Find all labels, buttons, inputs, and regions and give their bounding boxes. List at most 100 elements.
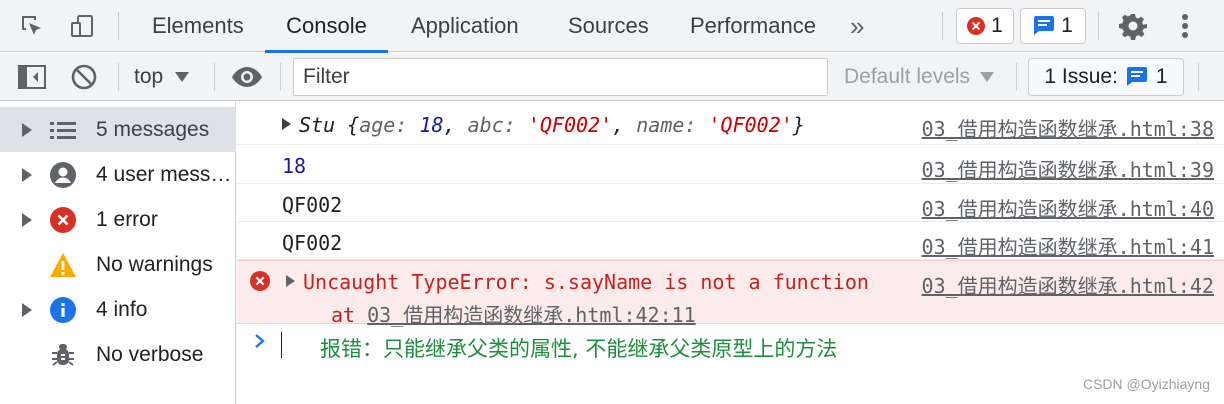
message-icon <box>1126 67 1147 86</box>
error-stack: at 03_借用构造函数继承.html:42:11 <box>331 299 696 328</box>
message-counter[interactable]: 1 <box>1020 8 1086 44</box>
object-value: 'QF002' <box>708 113 793 137</box>
source-link[interactable]: 03_借用构造函数继承.html:41 <box>922 231 1214 260</box>
console-log-row: QF002 03_借用构造函数继承.html:41 <box>237 222 1224 260</box>
chevron-down-icon <box>175 72 190 82</box>
toolbar-divider <box>280 63 281 91</box>
sidebar-item-messages[interactable]: 5 messages <box>0 107 236 152</box>
log-levels-dropdown[interactable]: Default levels <box>844 53 995 101</box>
error-count: 1 <box>991 14 1003 37</box>
toolbar-divider <box>118 12 119 40</box>
expand-arrow-icon[interactable] <box>282 118 291 130</box>
object-key: age <box>359 113 396 137</box>
watermark: CSDN @Oyizhiayng <box>1082 376 1210 392</box>
expand-arrow-icon[interactable] <box>22 212 32 227</box>
issues-label: 1 Issue: <box>1044 65 1118 88</box>
toolbar-divider <box>1198 63 1199 91</box>
warning-icon <box>49 251 77 279</box>
console-sidebar: 5 messages 4 user messages 1 error No wa… <box>0 102 236 404</box>
object-key: abc <box>467 113 504 137</box>
tab-performance[interactable]: Performance <box>690 0 816 52</box>
object-brace: { <box>347 113 360 137</box>
sidebar-item-label: No warnings <box>96 252 213 276</box>
sidebar-item-errors[interactable]: 1 error <box>0 197 236 242</box>
error-message[interactable]: Uncaught TypeError: s.sayName is not a f… <box>286 270 869 294</box>
sidebar-item-warnings[interactable]: No warnings <box>0 242 236 287</box>
bug-icon <box>49 341 77 369</box>
text-cursor <box>281 332 282 358</box>
object-key: name <box>636 113 685 137</box>
error-icon <box>250 271 270 291</box>
expand-arrow-icon[interactable] <box>22 122 32 137</box>
error-text: Uncaught TypeError: s.sayName is not a f… <box>303 270 869 294</box>
console-error-row: Uncaught TypeError: s.sayName is not a f… <box>237 260 1224 327</box>
console-log-row: 18 03_借用构造函数继承.html:39 <box>237 145 1224 184</box>
filter-input[interactable] <box>293 58 828 96</box>
toolbar-divider <box>214 63 215 91</box>
source-link[interactable]: 03_借用构造函数继承.html:38 <box>922 113 1214 142</box>
error-icon <box>967 17 986 35</box>
log-value: 18 <box>282 154 307 178</box>
gear-icon[interactable] <box>1115 0 1151 52</box>
source-link[interactable]: 03_借用构造函数继承.html:42 <box>922 270 1214 299</box>
sidebar-item-verbose[interactable]: No verbose <box>0 332 236 377</box>
source-link[interactable]: 03_借用构造函数继承.html:40 <box>922 193 1214 222</box>
tab-elements[interactable]: Elements <box>152 0 244 52</box>
console-log-row: Stu {age: 18, abc: 'QF002', name: 'QF002… <box>237 102 1224 145</box>
prompt-input-text[interactable]: 报错：只能继承父类的属性, 不能继承父类原型上的方法 <box>320 333 837 363</box>
sidebar-item-label: 1 error <box>96 207 158 231</box>
info-icon <box>49 296 77 324</box>
clear-console-icon[interactable] <box>66 53 102 101</box>
stack-link[interactable]: 03_借用构造函数继承.html:42:11 <box>367 303 696 327</box>
chevron-down-icon <box>980 72 995 82</box>
kebab-menu-icon[interactable] <box>1170 0 1200 52</box>
chevron-right-icon <box>255 334 265 348</box>
user-icon <box>49 161 77 189</box>
error-counter[interactable]: 1 <box>956 8 1014 44</box>
object-value: 18 <box>419 113 444 137</box>
console-messages: Stu {age: 18, abc: 'QF002', name: 'QF002… <box>237 102 1224 404</box>
tab-application[interactable]: Application <box>411 0 519 52</box>
object-brace: } <box>792 113 805 137</box>
more-tabs-icon[interactable]: » <box>850 0 864 52</box>
log-value: QF002 <box>282 231 343 255</box>
device-toolbar-icon[interactable] <box>64 0 100 52</box>
console-log-row: QF002 03_借用构造函数继承.html:40 <box>237 184 1224 222</box>
log-levels-label: Default levels <box>844 65 971 88</box>
object-class: Stu <box>299 113 336 137</box>
error-icon <box>49 206 77 234</box>
expand-arrow-icon[interactable] <box>286 275 295 287</box>
message-count: 1 <box>1061 14 1073 37</box>
sidebar-item-label: No verbose <box>96 342 204 366</box>
stack-at: at <box>331 303 356 327</box>
issues-count: 1 <box>1155 65 1168 88</box>
tab-console[interactable]: Console <box>265 0 388 53</box>
inspect-element-icon[interactable] <box>14 0 50 52</box>
source-link[interactable]: 03_借用构造函数继承.html:39 <box>922 154 1214 183</box>
sidebar-item-label: 5 messages <box>96 117 210 141</box>
expand-arrow-icon[interactable] <box>22 167 32 182</box>
context-label: top <box>134 65 164 88</box>
object-value: 'QF002' <box>527 113 613 137</box>
toolbar-divider <box>1098 12 1099 40</box>
sidebar-item-info[interactable]: 4 info <box>0 287 236 332</box>
sidebar-toggle-icon[interactable] <box>14 53 50 101</box>
message-icon <box>1034 16 1055 35</box>
expand-arrow-icon[interactable] <box>22 302 32 317</box>
devtools-tabbar: Elements Console Application Sources Per… <box>0 0 1224 53</box>
sidebar-item-user-messages[interactable]: 4 user messages <box>0 152 236 197</box>
context-selector[interactable]: top <box>134 53 190 101</box>
console-toolbar: top Default levels 1 Issue: 1 <box>0 53 1224 101</box>
toolbar-divider <box>1016 63 1017 91</box>
log-value: QF002 <box>282 193 343 217</box>
toolbar-divider <box>942 12 943 40</box>
list-icon <box>49 116 77 144</box>
issues-button[interactable]: 1 Issue: 1 <box>1028 58 1184 96</box>
sidebar-item-label: 4 user messages <box>96 162 234 186</box>
toolbar-divider <box>118 63 119 91</box>
sidebar-item-label: 4 info <box>96 297 148 321</box>
console-prompt[interactable]: 报错：只能继承父类的属性, 不能继承父类原型上的方法 <box>237 326 1224 366</box>
tab-sources[interactable]: Sources <box>568 0 649 52</box>
eye-icon[interactable] <box>228 53 266 101</box>
object-preview[interactable]: Stu {age: 18, abc: 'QF002', name: 'QF002… <box>282 113 805 137</box>
